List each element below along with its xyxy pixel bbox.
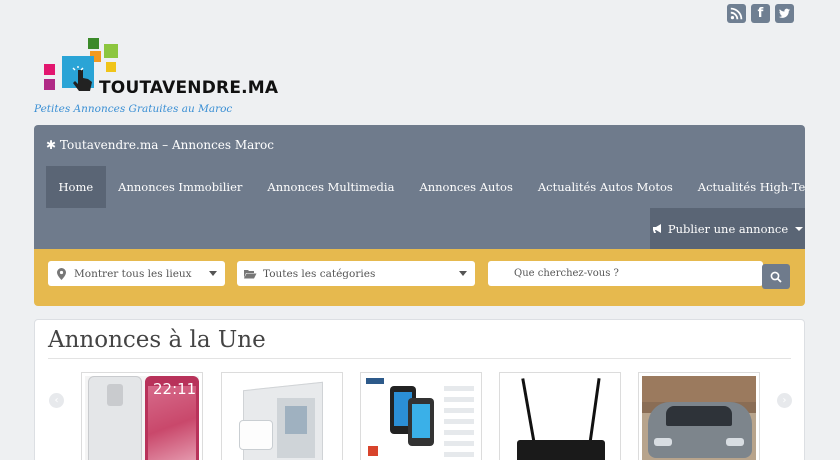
logo-text: TOUTAVENDRE.MA	[99, 78, 279, 98]
location-select-value: Montrer tous les lieux	[74, 267, 192, 280]
menu-item-actualites-high-tech[interactable]: Actualités High-Tech	[685, 166, 805, 208]
megaphone-icon	[652, 224, 661, 233]
featured-item-3[interactable]	[360, 372, 482, 460]
divider	[48, 358, 791, 359]
carousel-prev-button[interactable]: ‹	[49, 393, 64, 408]
site-logo[interactable]: TOUTAVENDRE.MA	[42, 34, 278, 102]
featured-listings: Annonces à la Une ‹ › 22:11	[34, 319, 805, 460]
phone-clock-text: 22:11	[153, 380, 197, 398]
caret-down-icon	[795, 226, 804, 231]
smartphone-promo-image	[364, 376, 478, 460]
category-select[interactable]: Toutes les catégories	[237, 261, 475, 286]
menu-item-immobilier[interactable]: Annonces Immobilier	[106, 166, 255, 208]
router-box-image	[225, 376, 339, 460]
logo-mark	[42, 34, 118, 94]
carousel-next-button[interactable]: ›	[777, 393, 792, 408]
twitter-icon[interactable]	[775, 4, 794, 23]
asterisk-icon: ✱	[46, 138, 57, 152]
search-bar: Montrer tous les lieux Toutes les catégo…	[34, 249, 805, 306]
search-icon	[770, 271, 782, 283]
menu-item-autos[interactable]: Annonces Autos	[407, 166, 525, 208]
wifi-router-image	[503, 376, 617, 460]
facebook-icon[interactable]: f	[751, 4, 770, 23]
phone-image: 22:11	[85, 376, 199, 460]
site-title-link[interactable]: ✱ Toutavendre.ma – Annonces Maroc	[46, 138, 274, 152]
publish-ad-label: Publier une annonce	[667, 221, 789, 236]
dropdown-arrow-icon	[209, 271, 217, 276]
social-links: f	[727, 4, 794, 23]
location-select[interactable]: Montrer tous les lieux	[48, 261, 225, 286]
main-menu: Home Annonces Immobilier Annonces Multim…	[46, 166, 805, 208]
menu-item-multimedia[interactable]: Annonces Multimedia	[255, 166, 407, 208]
menu-item-home[interactable]: Home	[46, 166, 106, 208]
site-title-text: Toutavendre.ma – Annonces Maroc	[59, 138, 274, 152]
category-select-value: Toutes les catégories	[263, 267, 376, 280]
dropdown-arrow-icon	[459, 271, 467, 276]
featured-title: Annonces à la Une	[48, 327, 266, 353]
featured-item-4[interactable]	[499, 372, 621, 460]
rss-icon[interactable]	[727, 4, 746, 23]
search-input[interactable]: Que cherchez-vous ?	[514, 268, 619, 279]
menu-item-actualites-autos-motos[interactable]: Actualités Autos Motos	[525, 166, 685, 208]
search-field[interactable]: Que cherchez-vous ?	[488, 261, 763, 286]
folder-open-icon	[237, 269, 263, 279]
nav-bar: ✱ Toutavendre.ma – Annonces Maroc Home A…	[34, 125, 805, 249]
site-tagline: Petites Annonces Gratuites au Maroc	[34, 103, 233, 115]
publish-ad-button[interactable]: Publier une annonce	[650, 208, 805, 249]
featured-item-2[interactable]	[221, 372, 343, 460]
featured-item-1[interactable]: 22:11	[81, 372, 203, 460]
search-button[interactable]	[762, 264, 790, 289]
featured-item-5[interactable]	[638, 372, 760, 460]
map-pin-icon	[48, 267, 74, 280]
car-image	[642, 376, 756, 460]
main-header: ✱ Toutavendre.ma – Annonces Maroc Home A…	[34, 125, 805, 306]
